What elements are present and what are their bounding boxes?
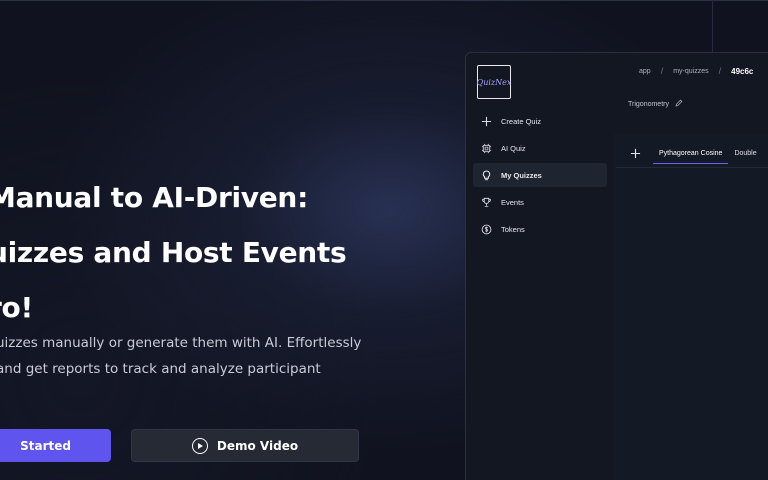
dollar-coin-icon	[481, 224, 492, 235]
demo-video-button[interactable]: Demo Video	[131, 429, 359, 462]
breadcrumb-app[interactable]: app	[639, 68, 651, 75]
chip-icon	[481, 143, 492, 154]
tab-double[interactable]: Double	[728, 144, 762, 164]
hero-title: Manual to AI-Driven: uizzes and Host Eve…	[0, 170, 347, 335]
sidebar-item-my-quizzes[interactable]: My Quizzes	[473, 163, 607, 187]
lightbulb-icon	[481, 170, 492, 181]
trophy-icon	[481, 197, 492, 208]
breadcrumb: app / my-quizzes / 49c6c	[639, 65, 753, 77]
sidebar-item-create-quiz[interactable]: Create Quiz	[473, 109, 607, 133]
sidebar-item-ai-quiz[interactable]: AI Quiz	[473, 136, 607, 160]
demo-video-label: Demo Video	[216, 438, 299, 453]
sidebar-item-label: Create Quiz	[501, 116, 542, 126]
sidebar-item-label: AI Quiz	[501, 143, 526, 153]
hero-title-line-2: uizzes and Host Events	[0, 236, 347, 269]
sidebar-item-events[interactable]: Events	[473, 190, 607, 214]
content-panel	[614, 133, 768, 480]
sidebar-item-tokens[interactable]: Tokens	[473, 217, 607, 241]
hero-description-line-2: and get reports to track and analyze par…	[0, 361, 321, 377]
add-question-button[interactable]	[629, 148, 641, 160]
sidebar-item-label: My Quizzes	[501, 170, 542, 180]
quiz-name-text: Trigonometry	[628, 100, 669, 108]
sidebar-item-label: Events	[501, 197, 524, 207]
breadcrumb-current: 49c6c	[731, 66, 754, 76]
hero-title-line-1: Manual to AI-Driven:	[0, 181, 308, 214]
breadcrumb-my-quizzes[interactable]: my-quizzes	[673, 68, 708, 75]
plus-icon	[481, 116, 492, 127]
get-started-label: Started	[20, 438, 71, 453]
get-started-button[interactable]: Started	[0, 429, 111, 462]
sidebar-item-label: Tokens	[501, 224, 525, 234]
tab-pythagorean-cosine[interactable]: Pythagorean Cosine	[653, 144, 729, 164]
hero-description-line-1: uizzes manually or generate them with AI…	[0, 335, 362, 351]
sidebar: Create Quiz AI Quiz My Quizzes Events To…	[473, 109, 607, 244]
question-tabs: Pythagorean Cosine Double	[616, 140, 768, 168]
pencil-icon[interactable]	[675, 99, 683, 109]
top-divider	[0, 0, 768, 1]
breadcrumb-separator: /	[718, 66, 722, 76]
header-divider	[712, 0, 713, 52]
breadcrumb-separator: /	[660, 66, 664, 76]
hero-description: uizzes manually or generate them with AI…	[0, 330, 361, 382]
app-preview-window: QuizNex Create Quiz AI Quiz My Quizzes E…	[465, 52, 768, 480]
play-icon	[191, 437, 208, 454]
plus-icon	[630, 148, 640, 159]
app-logo-text: QuizNex	[476, 77, 512, 87]
app-logo[interactable]: QuizNex	[477, 65, 511, 99]
quiz-name[interactable]: Trigonometry	[628, 99, 683, 109]
hero-title-line-3: ro!	[0, 291, 33, 324]
